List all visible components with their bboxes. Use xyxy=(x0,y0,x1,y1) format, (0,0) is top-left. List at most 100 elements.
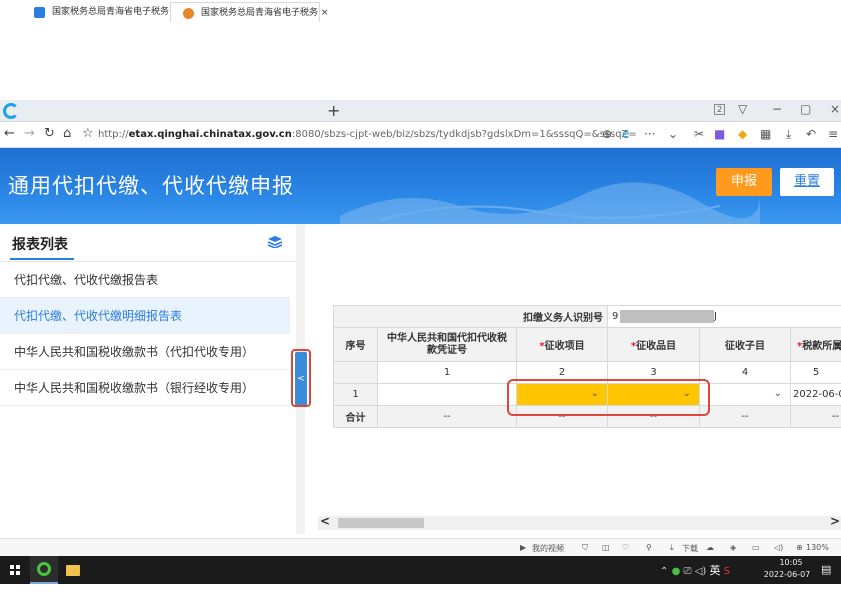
system-tray: ⌃ ● ⎚ ◁) 英 S xyxy=(660,562,730,578)
menu-icon[interactable]: ≡ xyxy=(828,127,838,141)
annotation-highlight-box xyxy=(291,349,311,407)
number-cell-blank xyxy=(333,361,378,384)
number-cell: 1 xyxy=(377,361,517,384)
browser-status-bar: ▶ 我的视频 ⛉ ◫ ♡ ⚲ ⤓ 下载 ☁ ◈ ▭ ◁) ⊕ 130% xyxy=(0,538,841,556)
column-header-seq: 序号 xyxy=(333,327,378,362)
column-header-tax-period: *税款所属 xyxy=(790,327,841,362)
scissors-icon[interactable]: ✂ xyxy=(694,127,704,141)
extension-icon[interactable]: ■ xyxy=(714,127,725,141)
browser-tab-active[interactable]: 国家税务总局青海省电子税务 × xyxy=(170,2,328,22)
security-icon[interactable]: ⛉ xyxy=(582,543,588,553)
back-icon[interactable]: ← xyxy=(4,126,15,141)
redaction-bar xyxy=(620,310,714,323)
cloud-icon[interactable]: ☁ xyxy=(706,543,714,552)
my-video-link[interactable]: 我的视频 xyxy=(532,543,564,554)
sogou-ime-icon[interactable]: S xyxy=(724,566,730,577)
scroll-right-icon[interactable]: > xyxy=(830,514,840,528)
number-cell: 5 xyxy=(790,361,841,384)
ie-mode-icon[interactable]: e xyxy=(622,127,629,141)
undo-icon[interactable]: ↶ xyxy=(806,127,816,141)
sidebar-item-detail-report[interactable]: 代扣代缴、代收代缴明细报告表 xyxy=(0,298,290,334)
levy-product-text: 征收品目 xyxy=(636,341,677,352)
taskbar-folder-icon[interactable] xyxy=(66,565,80,576)
total-cell: -- xyxy=(790,405,841,428)
address-bar-row: ← → ↻ ⌂ ☆ http://etax.qinghai.chinatax.g… xyxy=(0,122,841,148)
window-icon[interactable]: ▭ xyxy=(752,543,760,552)
page-title: 通用代扣代缴、代收代缴申报 xyxy=(8,174,294,198)
column-header-levy-product: *征收品目 xyxy=(607,327,701,362)
tray-network-icon[interactable]: ⎚ xyxy=(684,566,692,577)
sidebar-item-report[interactable]: 代扣代缴、代收代缴报告表 xyxy=(0,262,290,298)
column-header-cert-line2: 款凭证号 xyxy=(427,344,467,356)
tray-chevron-icon[interactable]: ⌃ xyxy=(660,566,668,577)
taxpayer-id-end: J xyxy=(714,311,717,322)
tab-count-badge[interactable]: 2 xyxy=(714,104,726,115)
restore-button[interactable]: ▢ xyxy=(800,102,811,116)
windows-start-icon[interactable] xyxy=(10,565,20,575)
minimize-button[interactable]: − xyxy=(772,102,782,116)
ime-language[interactable]: 英 xyxy=(709,564,720,577)
url-host: etax.qinghai.chinatax.gov.cn xyxy=(128,129,292,140)
taskbar-browser-icon[interactable] xyxy=(30,556,58,584)
shirt-skin-icon[interactable]: ▽ xyxy=(738,102,747,116)
clock-date[interactable]: 2022-06-07 xyxy=(762,570,812,579)
apps-grid-icon[interactable]: ▦ xyxy=(760,127,771,141)
sidebar-item-bank-voucher[interactable]: 中华人民共和国税收缴款书（银行经收专用） xyxy=(0,370,290,406)
tax-period-input[interactable]: 2022-06-0 xyxy=(790,383,841,406)
url-path: :8080/sbzs-cjpt-web/biz/sbzs/tydkdjsb?gd… xyxy=(291,129,637,140)
cert-no-input[interactable] xyxy=(377,383,517,406)
total-label: 合计 xyxy=(333,405,378,428)
speed-icon[interactable]: ⚲ xyxy=(646,543,652,552)
column-header-levy-item: *征收项目 xyxy=(515,327,609,362)
download-arrow-icon[interactable]: ⤓ xyxy=(670,543,674,553)
taxpayer-id-start: 9 xyxy=(612,311,619,322)
scroll-left-icon[interactable]: < xyxy=(320,514,330,528)
url-scheme: http:// xyxy=(98,129,129,140)
zoom-icon[interactable]: ⊕ xyxy=(602,127,612,141)
shield-icon[interactable]: ◆ xyxy=(738,127,747,141)
annotation-highlight-box xyxy=(507,379,710,416)
screenshot-icon[interactable]: ◫ xyxy=(602,543,610,552)
table-header-row: 序号 中华人民共和国代扣代收税 款凭证号 *征收项目 *征收品目 征收子目 *税… xyxy=(333,327,841,362)
submit-button[interactable]: 申报 xyxy=(716,168,772,196)
sidebar-header: 报表列表 xyxy=(0,224,296,262)
tax-emblem-favicon-icon xyxy=(183,8,194,19)
health-icon[interactable]: ♡ xyxy=(622,543,629,552)
layers-icon[interactable] xyxy=(268,236,282,248)
new-tab-button[interactable]: + xyxy=(327,101,340,120)
volume-icon[interactable]: ◁) xyxy=(774,543,783,552)
total-cell: -- xyxy=(377,405,517,428)
reset-button[interactable]: 重置 xyxy=(780,168,834,196)
scrollbar-thumb[interactable] xyxy=(338,518,424,528)
bookmark-star-icon[interactable]: ☆ xyxy=(82,126,94,141)
refresh-icon[interactable]: ↻ xyxy=(44,126,55,141)
forward-icon[interactable]: → xyxy=(24,126,35,141)
tray-app-icon[interactable]: ● xyxy=(672,566,681,577)
tab-title: 国家税务总局青海省电子税务 × xyxy=(52,7,180,17)
clean-icon[interactable]: ◈ xyxy=(730,543,736,552)
chevron-down-icon[interactable]: ⌄ xyxy=(668,127,678,141)
great-wall-decoration-icon xyxy=(340,182,760,224)
levy-sub-select[interactable]: ⌄ xyxy=(699,383,792,406)
row-seq: 1 xyxy=(333,383,378,406)
home-icon[interactable]: ⌂ xyxy=(63,126,71,141)
taxpayer-id-row: 扣缴义务人识别号 9 J xyxy=(332,305,841,328)
more-icon[interactable]: ··· xyxy=(644,127,655,141)
taxpayer-id-label: 扣缴义务人识别号 xyxy=(332,305,609,328)
sidebar-title-underline xyxy=(10,258,74,260)
browser-logo-icon[interactable] xyxy=(3,103,19,119)
download-link[interactable]: 下载 xyxy=(682,543,698,554)
zoom-level-icon[interactable]: ⊕ xyxy=(796,543,803,552)
browser-tab[interactable]: 国家税务总局青海省电子税务 × xyxy=(22,2,179,22)
url-input[interactable]: http://etax.qinghai.chinatax.gov.cn:8080… xyxy=(98,129,637,140)
download-icon[interactable]: ⤓ xyxy=(786,127,791,142)
zoom-level[interactable]: 130% xyxy=(806,543,829,552)
sidebar-title: 报表列表 xyxy=(12,237,68,253)
clock-time[interactable]: 10:05 xyxy=(773,558,809,567)
tray-volume-icon[interactable]: ◁) xyxy=(695,566,707,577)
video-icon[interactable]: ▶ xyxy=(520,543,526,552)
notification-icon[interactable]: ▤ xyxy=(821,563,831,576)
close-window-button[interactable]: × xyxy=(830,102,840,116)
sidebar-item-withholding-voucher[interactable]: 中华人民共和国税收缴款书（代扣代收专用） xyxy=(0,334,290,370)
column-header-cert-no: 中华人民共和国代扣代收税 款凭证号 xyxy=(377,327,517,362)
